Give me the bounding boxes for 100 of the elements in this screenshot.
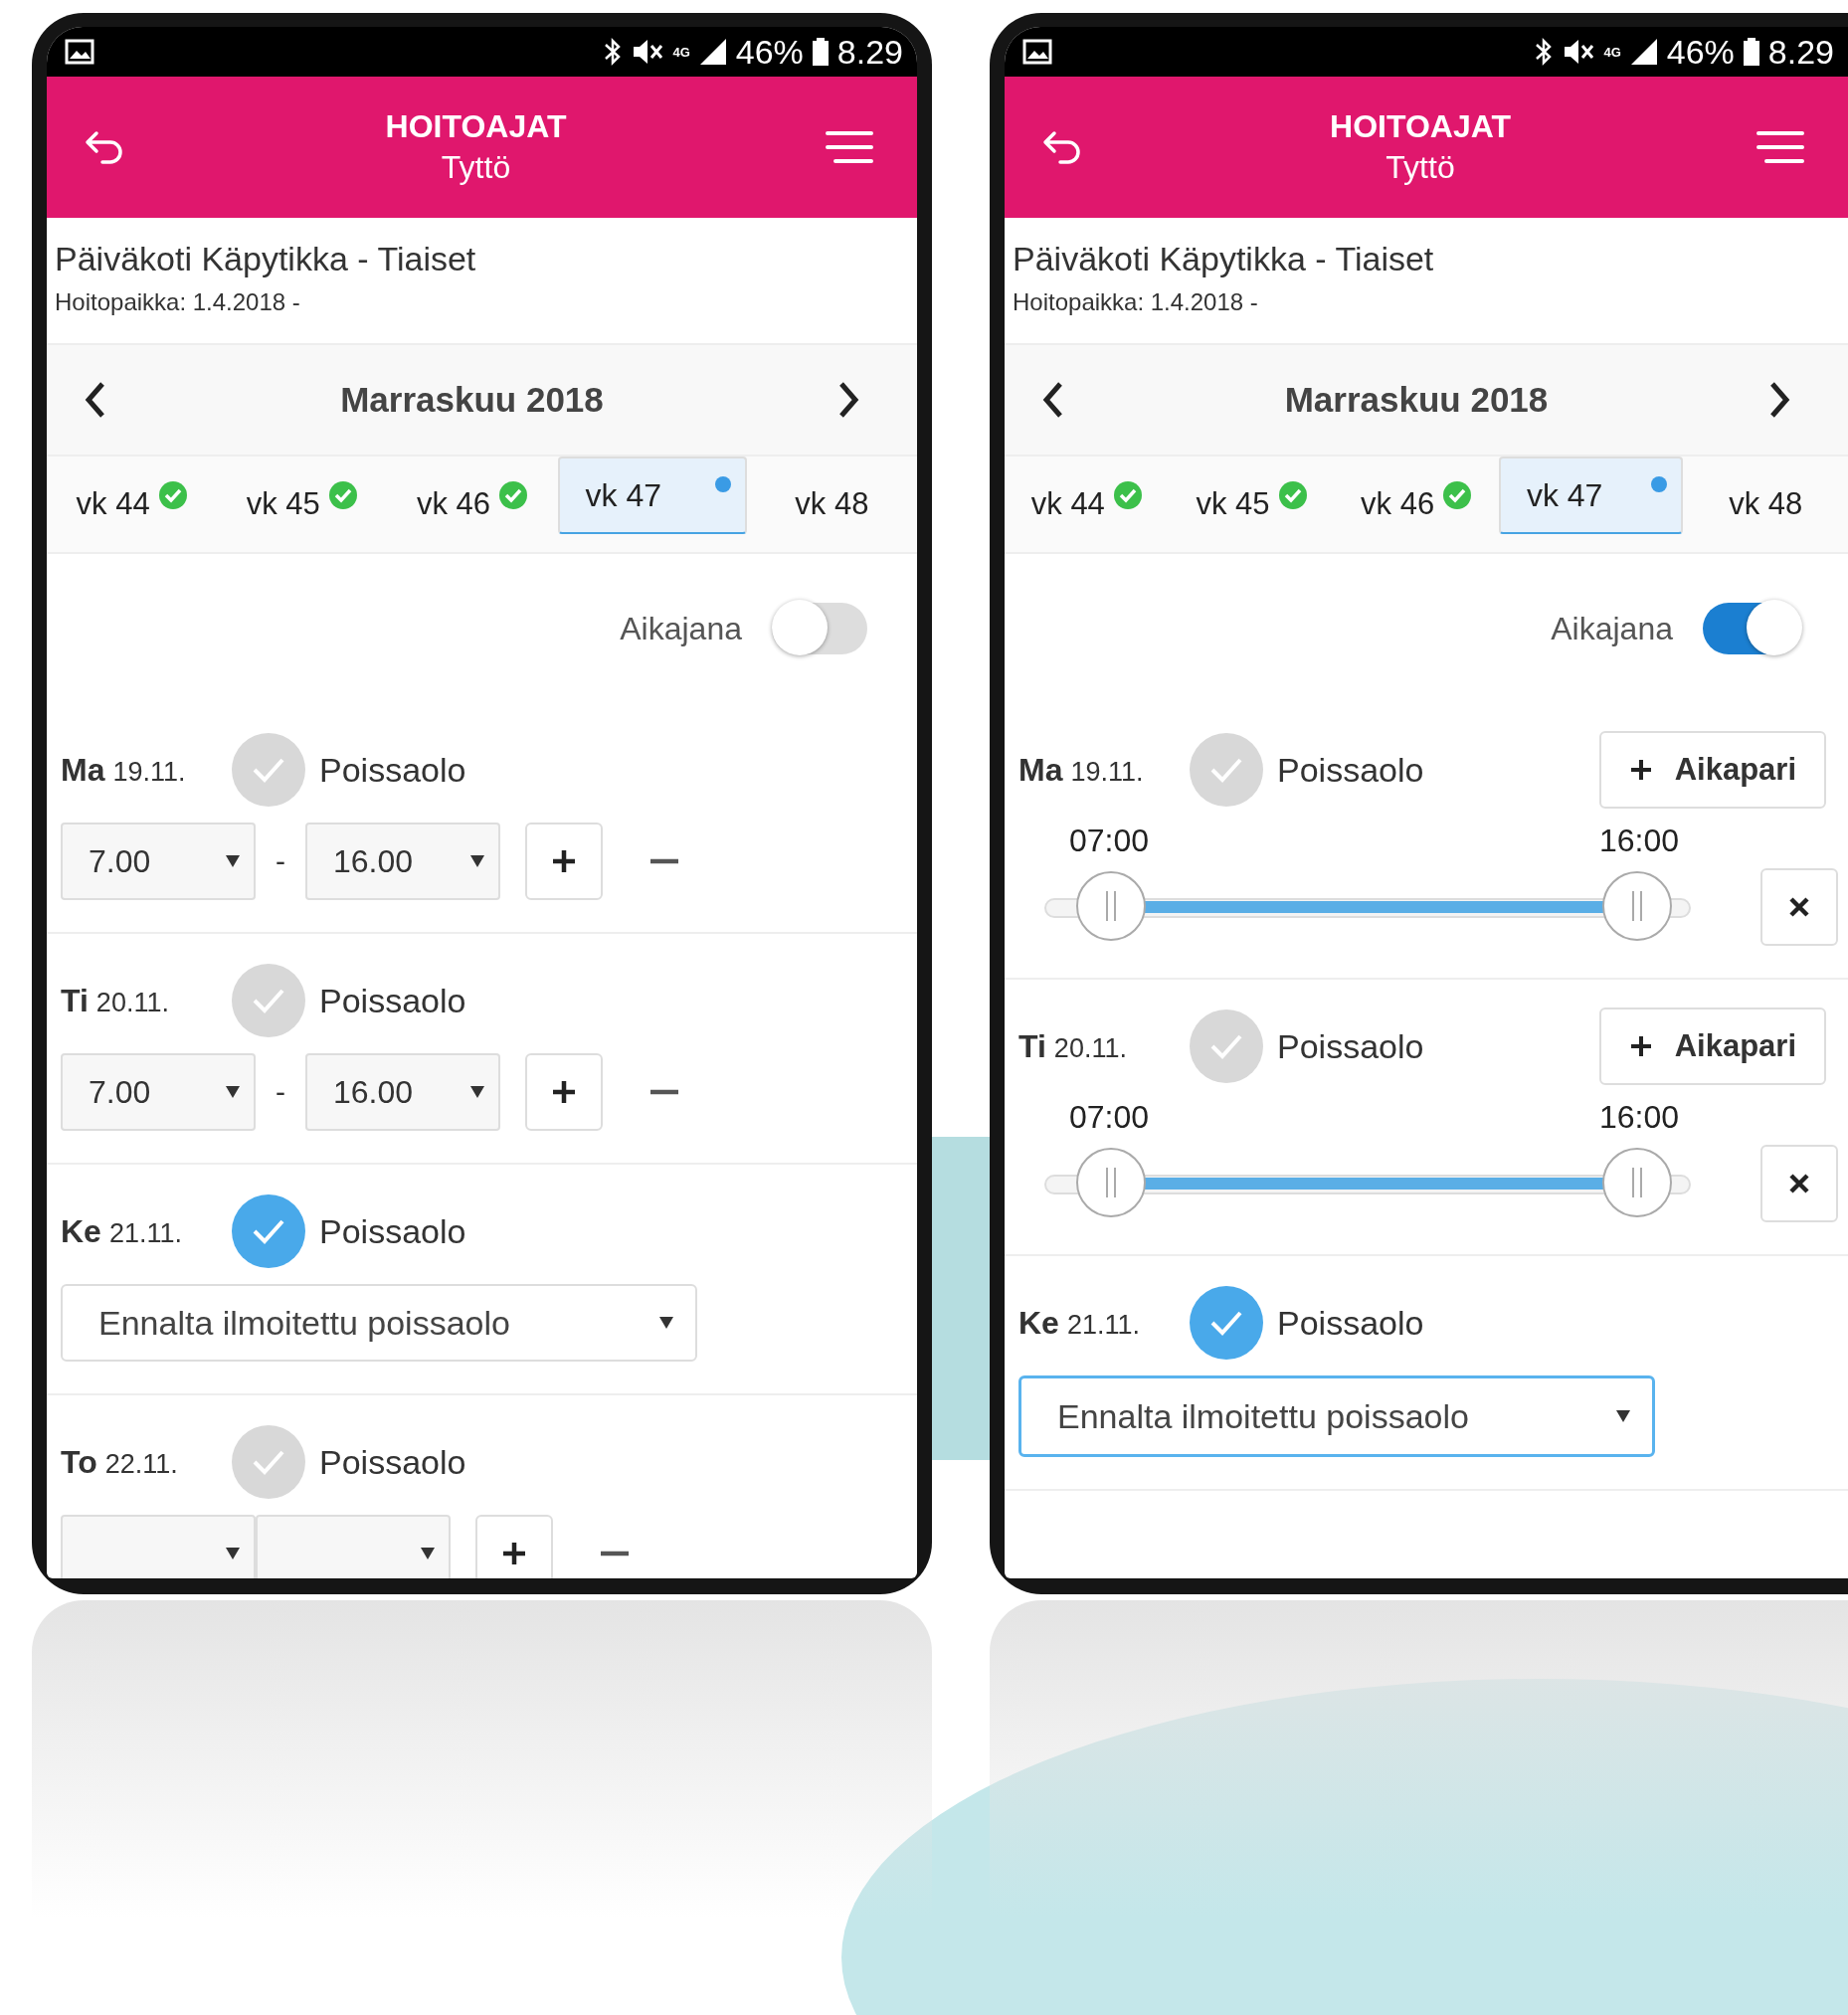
week-tab[interactable]: vk 45 bbox=[1169, 457, 1335, 552]
close-button[interactable] bbox=[1760, 868, 1838, 946]
end-time-select[interactable]: 16.00 bbox=[305, 823, 500, 900]
absence-label: Poissaolo bbox=[319, 981, 466, 1020]
week-tab[interactable]: vk 46 bbox=[387, 457, 558, 552]
end-time-label: 16:00 bbox=[1598, 823, 1680, 859]
date-label: 19.11. bbox=[112, 756, 186, 788]
weekday-label: Ma bbox=[61, 751, 105, 789]
week-tab[interactable]: vk 48 bbox=[746, 457, 917, 552]
clock-time: 8.29 bbox=[1767, 32, 1834, 72]
weekday-label: Ke bbox=[1018, 1304, 1059, 1342]
timeline-toggle[interactable] bbox=[772, 603, 867, 654]
battery-icon bbox=[1742, 37, 1760, 67]
week-tab[interactable]: vk 46 bbox=[1334, 457, 1499, 552]
start-time-select[interactable]: 7.00 bbox=[61, 823, 256, 900]
weekday-label: Ti bbox=[1018, 1027, 1046, 1065]
plus-icon bbox=[1628, 758, 1653, 782]
minus-icon bbox=[650, 858, 678, 864]
add-time-pair-button[interactable]: Aikapari bbox=[1598, 731, 1826, 809]
minus-icon bbox=[601, 1551, 629, 1557]
close-icon bbox=[1788, 896, 1810, 918]
plus-icon bbox=[551, 848, 577, 874]
check-circle-icon bbox=[498, 480, 529, 510]
close-icon bbox=[1788, 1173, 1810, 1194]
care-period: Hoitopaikka: 1.4.2018 - bbox=[55, 288, 301, 316]
check-circle-icon bbox=[1442, 480, 1473, 510]
start-time-label: 07:00 bbox=[1068, 823, 1150, 859]
add-time-pair-button[interactable]: Aikapari bbox=[1598, 1008, 1826, 1085]
plus-icon bbox=[1628, 1034, 1653, 1058]
week-tab[interactable]: vk 44 bbox=[47, 457, 218, 552]
caret-icon bbox=[470, 855, 484, 867]
image-icon bbox=[1022, 39, 1052, 65]
minus-icon bbox=[650, 1089, 678, 1095]
check-circle-icon bbox=[1112, 480, 1143, 510]
end-time-label: 16:00 bbox=[1598, 1099, 1680, 1136]
week-tab[interactable]: vk 48 bbox=[1683, 457, 1848, 552]
date-label: 20.11. bbox=[95, 987, 169, 1018]
battery-percent: 46% bbox=[735, 32, 804, 72]
date-label: 21.11. bbox=[1066, 1309, 1140, 1341]
absence-label: Poissaolo bbox=[1277, 750, 1424, 790]
check-circle-icon bbox=[327, 480, 358, 510]
status-dot-icon bbox=[1651, 476, 1668, 492]
check-circle-icon bbox=[157, 480, 188, 510]
caret-icon bbox=[1616, 1410, 1630, 1422]
battery-percent: 46% bbox=[1666, 32, 1735, 72]
page-title: HOITOAJAT bbox=[385, 108, 567, 145]
month-title: Marraskuu 2018 bbox=[1284, 380, 1549, 420]
add-button[interactable] bbox=[525, 823, 603, 900]
week-tab[interactable]: vk 47 bbox=[1498, 457, 1684, 534]
close-button[interactable] bbox=[1760, 1145, 1838, 1222]
daycare-name: Päiväkoti Käpytikka - Tiaiset bbox=[55, 240, 477, 278]
add-button[interactable] bbox=[475, 1515, 553, 1578]
battery-icon bbox=[811, 37, 830, 67]
caret-icon bbox=[421, 1548, 435, 1559]
absence-label: Poissaolo bbox=[319, 1211, 466, 1251]
weekday-label: Ke bbox=[61, 1212, 101, 1250]
absence-label: Poissaolo bbox=[1277, 1303, 1424, 1343]
weekday-label: Ti bbox=[61, 982, 89, 1019]
absence-label: Poissaolo bbox=[1277, 1026, 1424, 1066]
week-tab[interactable]: vk 45 bbox=[217, 457, 388, 552]
start-time-select[interactable] bbox=[61, 1515, 256, 1578]
status-dot-icon bbox=[714, 476, 731, 492]
page-title: HOITOAJAT bbox=[1330, 108, 1511, 145]
start-time-select[interactable]: 7.00 bbox=[61, 1053, 256, 1131]
caret-icon bbox=[226, 1548, 240, 1559]
plus-icon bbox=[551, 1079, 577, 1105]
weekday-label: To bbox=[61, 1443, 97, 1481]
network-type: 4G bbox=[672, 44, 690, 60]
time-separator: - bbox=[275, 844, 286, 878]
network-type: 4G bbox=[1603, 44, 1621, 60]
week-tab[interactable]: vk 47 bbox=[557, 457, 747, 534]
image-icon bbox=[65, 39, 94, 65]
check-circle-icon bbox=[1277, 480, 1308, 510]
absence-reason-select[interactable]: Ennalta ilmoitettu poissaolo bbox=[1018, 1375, 1655, 1457]
absence-label: Poissaolo bbox=[319, 750, 466, 790]
start-time-label: 07:00 bbox=[1068, 1099, 1150, 1136]
date-label: 22.11. bbox=[104, 1448, 178, 1480]
caret-icon bbox=[226, 855, 240, 867]
mute-icon bbox=[1562, 37, 1596, 67]
care-period: Hoitopaikka: 1.4.2018 - bbox=[1013, 288, 1259, 316]
caret-icon bbox=[226, 1086, 240, 1098]
timeline-label: Aikajana bbox=[1551, 610, 1673, 647]
time-separator: - bbox=[275, 1075, 286, 1109]
week-tab[interactable]: vk 44 bbox=[1005, 457, 1170, 552]
page-subtitle: Tyttö bbox=[441, 149, 511, 186]
date-label: 21.11. bbox=[108, 1217, 182, 1249]
weekday-label: Ma bbox=[1018, 751, 1063, 789]
daycare-name: Päiväkoti Käpytikka - Tiaiset bbox=[1013, 240, 1435, 278]
timeline-label: Aikajana bbox=[620, 610, 742, 647]
plus-icon bbox=[501, 1541, 527, 1566]
mute-icon bbox=[631, 37, 665, 67]
absence-reason-select[interactable]: Ennalta ilmoitettu poissaolo bbox=[61, 1284, 697, 1362]
page-subtitle: Tyttö bbox=[1386, 149, 1455, 186]
month-title: Marraskuu 2018 bbox=[340, 380, 604, 420]
absence-label: Poissaolo bbox=[319, 1442, 466, 1482]
date-label: 20.11. bbox=[1053, 1032, 1127, 1064]
date-label: 19.11. bbox=[1070, 756, 1144, 788]
end-time-select[interactable]: 16.00 bbox=[305, 1053, 500, 1131]
add-button[interactable] bbox=[525, 1053, 603, 1131]
caret-icon bbox=[470, 1086, 484, 1098]
